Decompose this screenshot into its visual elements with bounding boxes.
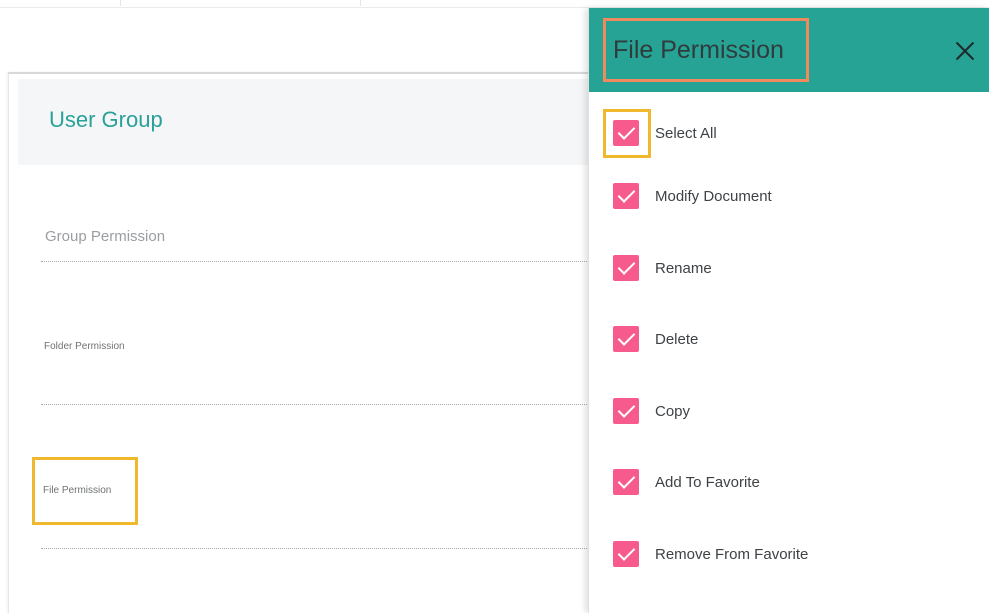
- checkbox-checked-icon[interactable]: [613, 326, 639, 352]
- select-all-highlight: [603, 109, 651, 158]
- permission-label: Add To Favorite: [655, 473, 760, 491]
- permission-item-add-to-favorite[interactable]: Add To Favorite: [613, 468, 760, 496]
- permission-label: Remove From Favorite: [655, 545, 809, 563]
- permission-item-copy[interactable]: Copy: [613, 397, 690, 425]
- divider: [360, 0, 361, 6]
- permission-item-remove-from-favorite[interactable]: Remove From Favorite: [613, 540, 808, 568]
- permission-label: Rename: [655, 259, 712, 277]
- file-permission-highlight: [32, 457, 138, 525]
- checkbox-checked-icon[interactable]: [613, 183, 639, 209]
- close-icon[interactable]: [952, 38, 978, 64]
- drawer-title: File Permission: [603, 18, 809, 82]
- file-permission-drawer: File Permission Select All Modify Docume…: [588, 8, 989, 613]
- divider: [41, 548, 601, 549]
- divider: [120, 0, 121, 6]
- card-header: User Group: [18, 79, 609, 165]
- group-permission-label[interactable]: Group Permission: [45, 228, 165, 245]
- select-all-label: Select All: [655, 124, 717, 142]
- divider: [41, 404, 601, 405]
- folder-permission-label[interactable]: Folder Permission: [44, 341, 125, 352]
- checkbox-checked-icon[interactable]: [613, 469, 639, 495]
- permission-label: Copy: [655, 402, 691, 420]
- drawer-header: File Permission: [589, 8, 989, 92]
- checkbox-checked-icon[interactable]: [613, 255, 639, 281]
- user-group-card: User Group Group Permission Folder Permi…: [8, 72, 609, 613]
- top-strip: [0, 0, 989, 8]
- checkbox-checked-icon[interactable]: [613, 541, 639, 567]
- permission-label: Modify Document: [655, 187, 772, 205]
- divider: [41, 261, 601, 262]
- permission-label: Delete: [655, 330, 699, 348]
- permission-item-rename[interactable]: Rename: [613, 254, 712, 282]
- permission-item-delete[interactable]: Delete: [613, 325, 698, 353]
- checkbox-checked-icon[interactable]: [613, 398, 639, 424]
- permission-item-modify-document[interactable]: Modify Document: [613, 182, 772, 210]
- page-title: User Group: [49, 107, 163, 132]
